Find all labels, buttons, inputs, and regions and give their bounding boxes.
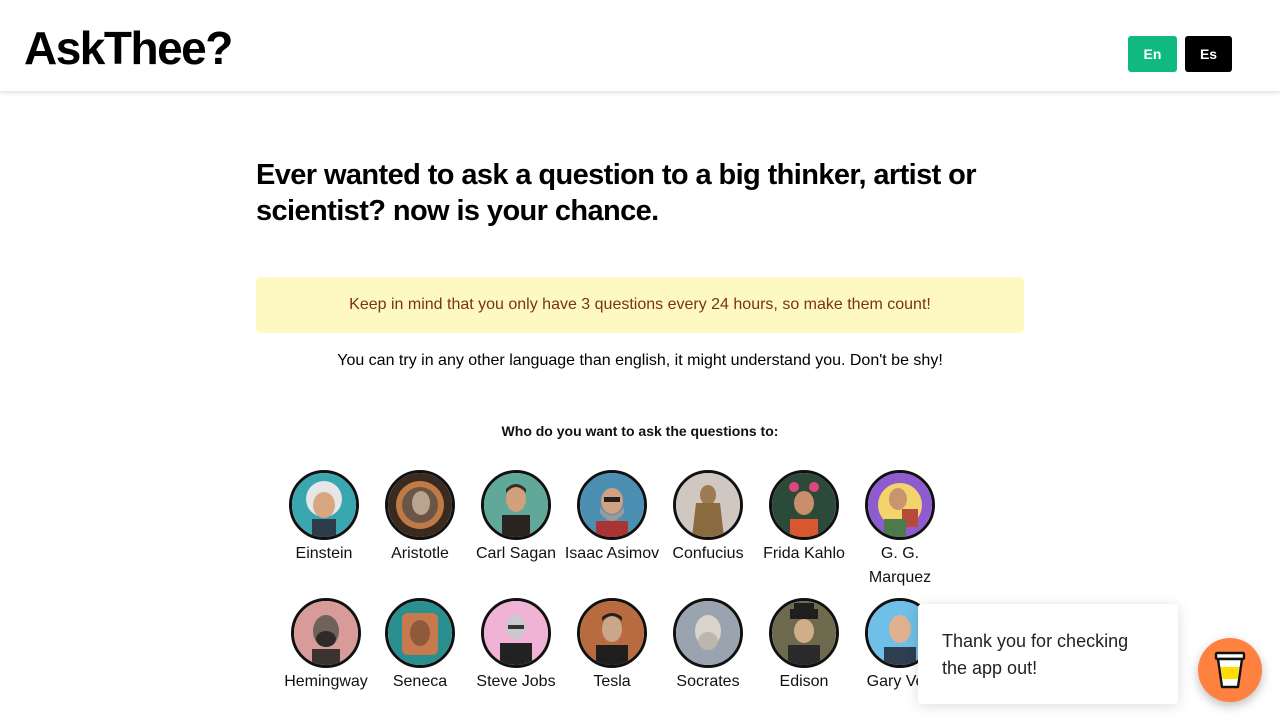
- language-tip: You can try in any other language than e…: [337, 352, 943, 369]
- socrates-avatar: [673, 598, 743, 668]
- persona-tesla[interactable]: Tesla: [564, 598, 660, 694]
- persona-name: Edison: [779, 673, 829, 690]
- persona-name: Confucius: [672, 545, 744, 562]
- steve-jobs-avatar: [481, 598, 551, 668]
- persona-prompt: Who do you want to ask the questions to:: [501, 423, 779, 439]
- question-limit-notice: Keep in mind that you only have 3 questi…: [256, 277, 1024, 333]
- persona-gg-marquez[interactable]: G. G. Marquez: [852, 470, 948, 590]
- gg-marquez-avatar: [865, 470, 935, 540]
- persona-name: Steve Jobs: [476, 673, 556, 690]
- persona-isaac-asimov[interactable]: Isaac Asimov: [564, 470, 660, 566]
- coffee-cup-icon: [1214, 651, 1246, 689]
- edison-avatar: [769, 598, 839, 668]
- persona-name: Socrates: [676, 673, 740, 690]
- persona-name: Carl Sagan: [475, 545, 557, 562]
- persona-seneca[interactable]: Seneca: [372, 598, 468, 694]
- isaac-asimov-avatar: [577, 470, 647, 540]
- language-spanish-button[interactable]: Es: [1185, 36, 1232, 72]
- persona-name: Isaac Asimov: [564, 545, 660, 562]
- persona-confucius[interactable]: Confucius: [660, 470, 756, 566]
- hemingway-avatar: [291, 598, 361, 668]
- persona-frida-kahlo[interactable]: Frida Kahlo: [756, 470, 852, 566]
- aristotle-avatar: [385, 470, 455, 540]
- persona-name: Frida Kahlo: [763, 545, 845, 562]
- top-navbar: AskThee? En Es: [0, 0, 1280, 92]
- persona-edison[interactable]: Edison: [756, 598, 852, 694]
- persona-name: Hemingway: [284, 673, 368, 690]
- persona-name: Seneca: [392, 673, 448, 690]
- persona-name: G. G. Marquez: [868, 545, 932, 586]
- seneca-avatar: [385, 598, 455, 668]
- app-logo[interactable]: AskThee?: [24, 20, 238, 76]
- confucius-avatar: [673, 470, 743, 540]
- thank-you-popup: Thank you for checking the app out!: [918, 604, 1178, 704]
- tesla-avatar: [577, 598, 647, 668]
- persona-carl-sagan[interactable]: Carl Sagan: [468, 470, 564, 566]
- persona-name: Tesla: [593, 673, 631, 690]
- persona-aristotle[interactable]: Aristotle: [372, 470, 468, 566]
- persona-steve-jobs[interactable]: Steve Jobs: [468, 598, 564, 694]
- persona-name: Aristotle: [391, 545, 449, 562]
- persona-name: Einstein: [295, 545, 353, 562]
- persona-hemingway[interactable]: Hemingway: [278, 598, 374, 694]
- persona-socrates[interactable]: Socrates: [660, 598, 756, 694]
- buy-me-a-coffee-button[interactable]: [1198, 638, 1262, 702]
- page-headline: Ever wanted to ask a question to a big t…: [256, 159, 977, 227]
- persona-einstein[interactable]: Einstein: [276, 470, 372, 566]
- notice-text: Keep in mind that you only have 3 questi…: [349, 296, 931, 313]
- language-english-button[interactable]: En: [1128, 36, 1177, 72]
- frida-kahlo-avatar: [769, 470, 839, 540]
- einstein-avatar: [289, 470, 359, 540]
- popup-message: Thank you for checking the app out!: [942, 631, 1129, 678]
- carl-sagan-avatar: [481, 470, 551, 540]
